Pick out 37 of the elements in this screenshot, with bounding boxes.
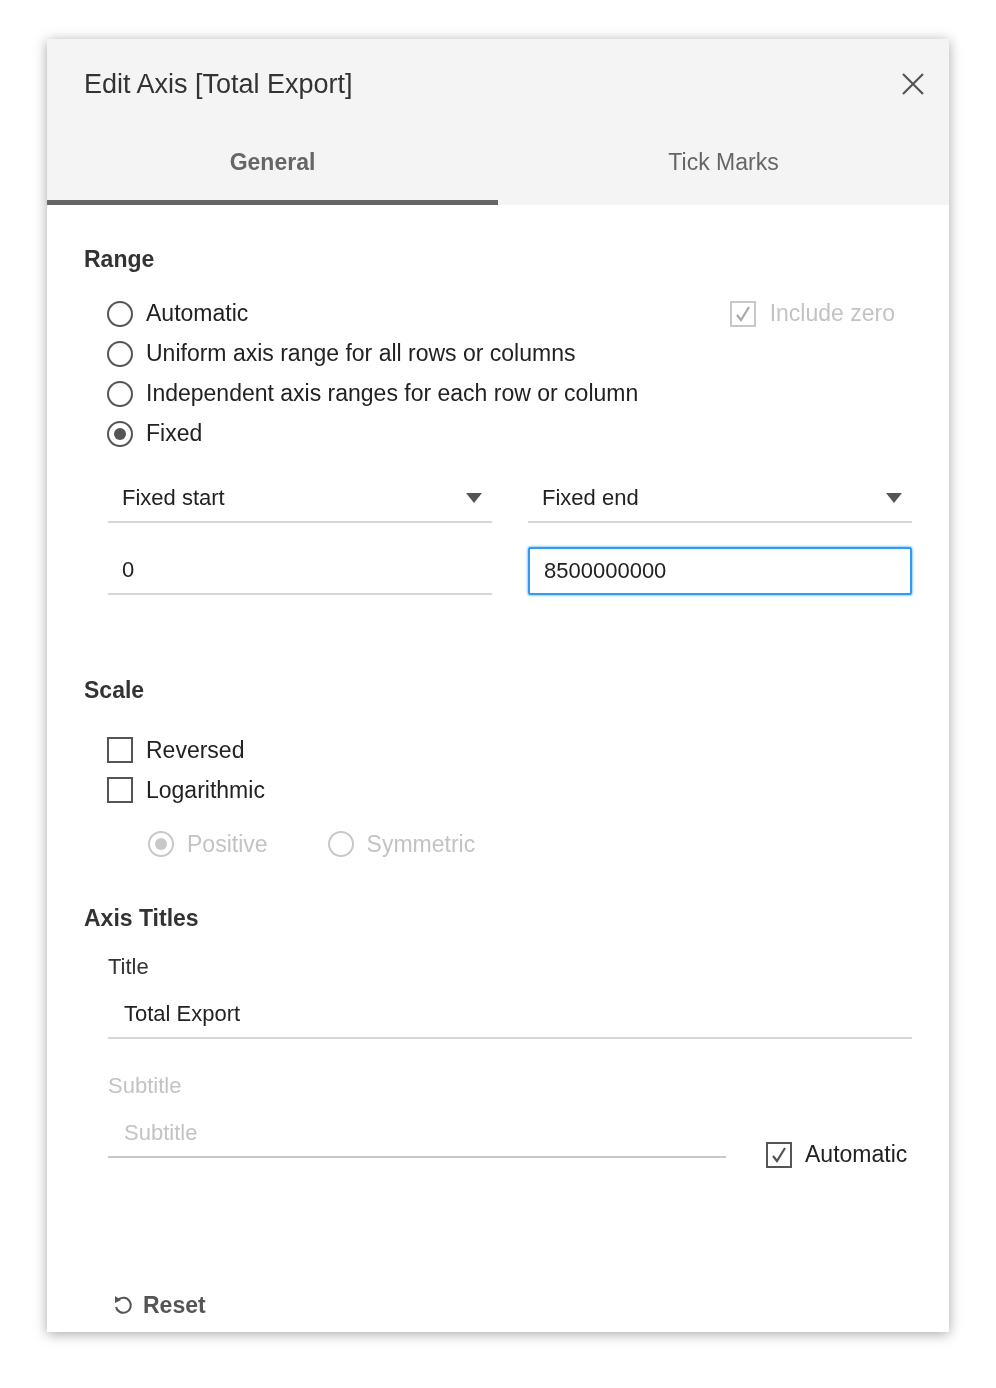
section-heading: Range: [84, 245, 156, 274]
section-heading: Axis Titles: [84, 904, 200, 933]
reset-button[interactable]: Reset: [113, 1287, 206, 1322]
dropdown[interactable]: Fixed end: [528, 474, 912, 523]
tab[interactable]: Tick Marks: [498, 125, 949, 205]
dropdown[interactable]: Fixed start: [108, 474, 492, 523]
close-icon[interactable]: [901, 72, 925, 96]
caret-icon: [886, 492, 902, 503]
check-icon: [733, 304, 752, 323]
radio-label: Positive: [187, 829, 268, 859]
radio-label: Independent axis ranges for each row or column: [146, 379, 639, 409]
checkbox-label: Logarithmic: [146, 775, 265, 805]
dialog-title: Edit Axis [Total Export]: [84, 67, 353, 101]
tab[interactable]: General: [47, 125, 498, 205]
checkbox[interactable]: [107, 777, 133, 803]
field-label: Title: [108, 952, 150, 981]
radio-button[interactable]: [107, 340, 133, 367]
checkbox[interactable]: [107, 737, 133, 763]
checkbox-label: Automatic: [805, 1140, 908, 1170]
checkbox-label: Reversed: [146, 735, 245, 765]
radio-label: Uniform axis range for all rows or columns: [146, 339, 576, 369]
radio-label: Fixed: [146, 419, 203, 449]
number-field[interactable]: 8500000000: [528, 546, 912, 595]
check-icon: [770, 1145, 788, 1164]
checkbox-label: Include zero: [769, 299, 895, 329]
radio-button[interactable]: [107, 420, 133, 447]
radio-button[interactable]: [107, 380, 133, 407]
radio-label: Automatic: [146, 299, 249, 329]
radio-button[interactable]: [107, 300, 133, 327]
checkbox[interactable]: [766, 1141, 792, 1168]
undo-icon: [113, 1293, 133, 1316]
section-heading: Scale: [84, 675, 146, 705]
radio-label: Symmetric: [366, 829, 476, 859]
title-field[interactable]: Total Export: [108, 990, 912, 1039]
field-label: Subtitle: [108, 1071, 183, 1100]
caret-icon: [466, 492, 482, 503]
number-field[interactable]: 0: [108, 546, 492, 595]
